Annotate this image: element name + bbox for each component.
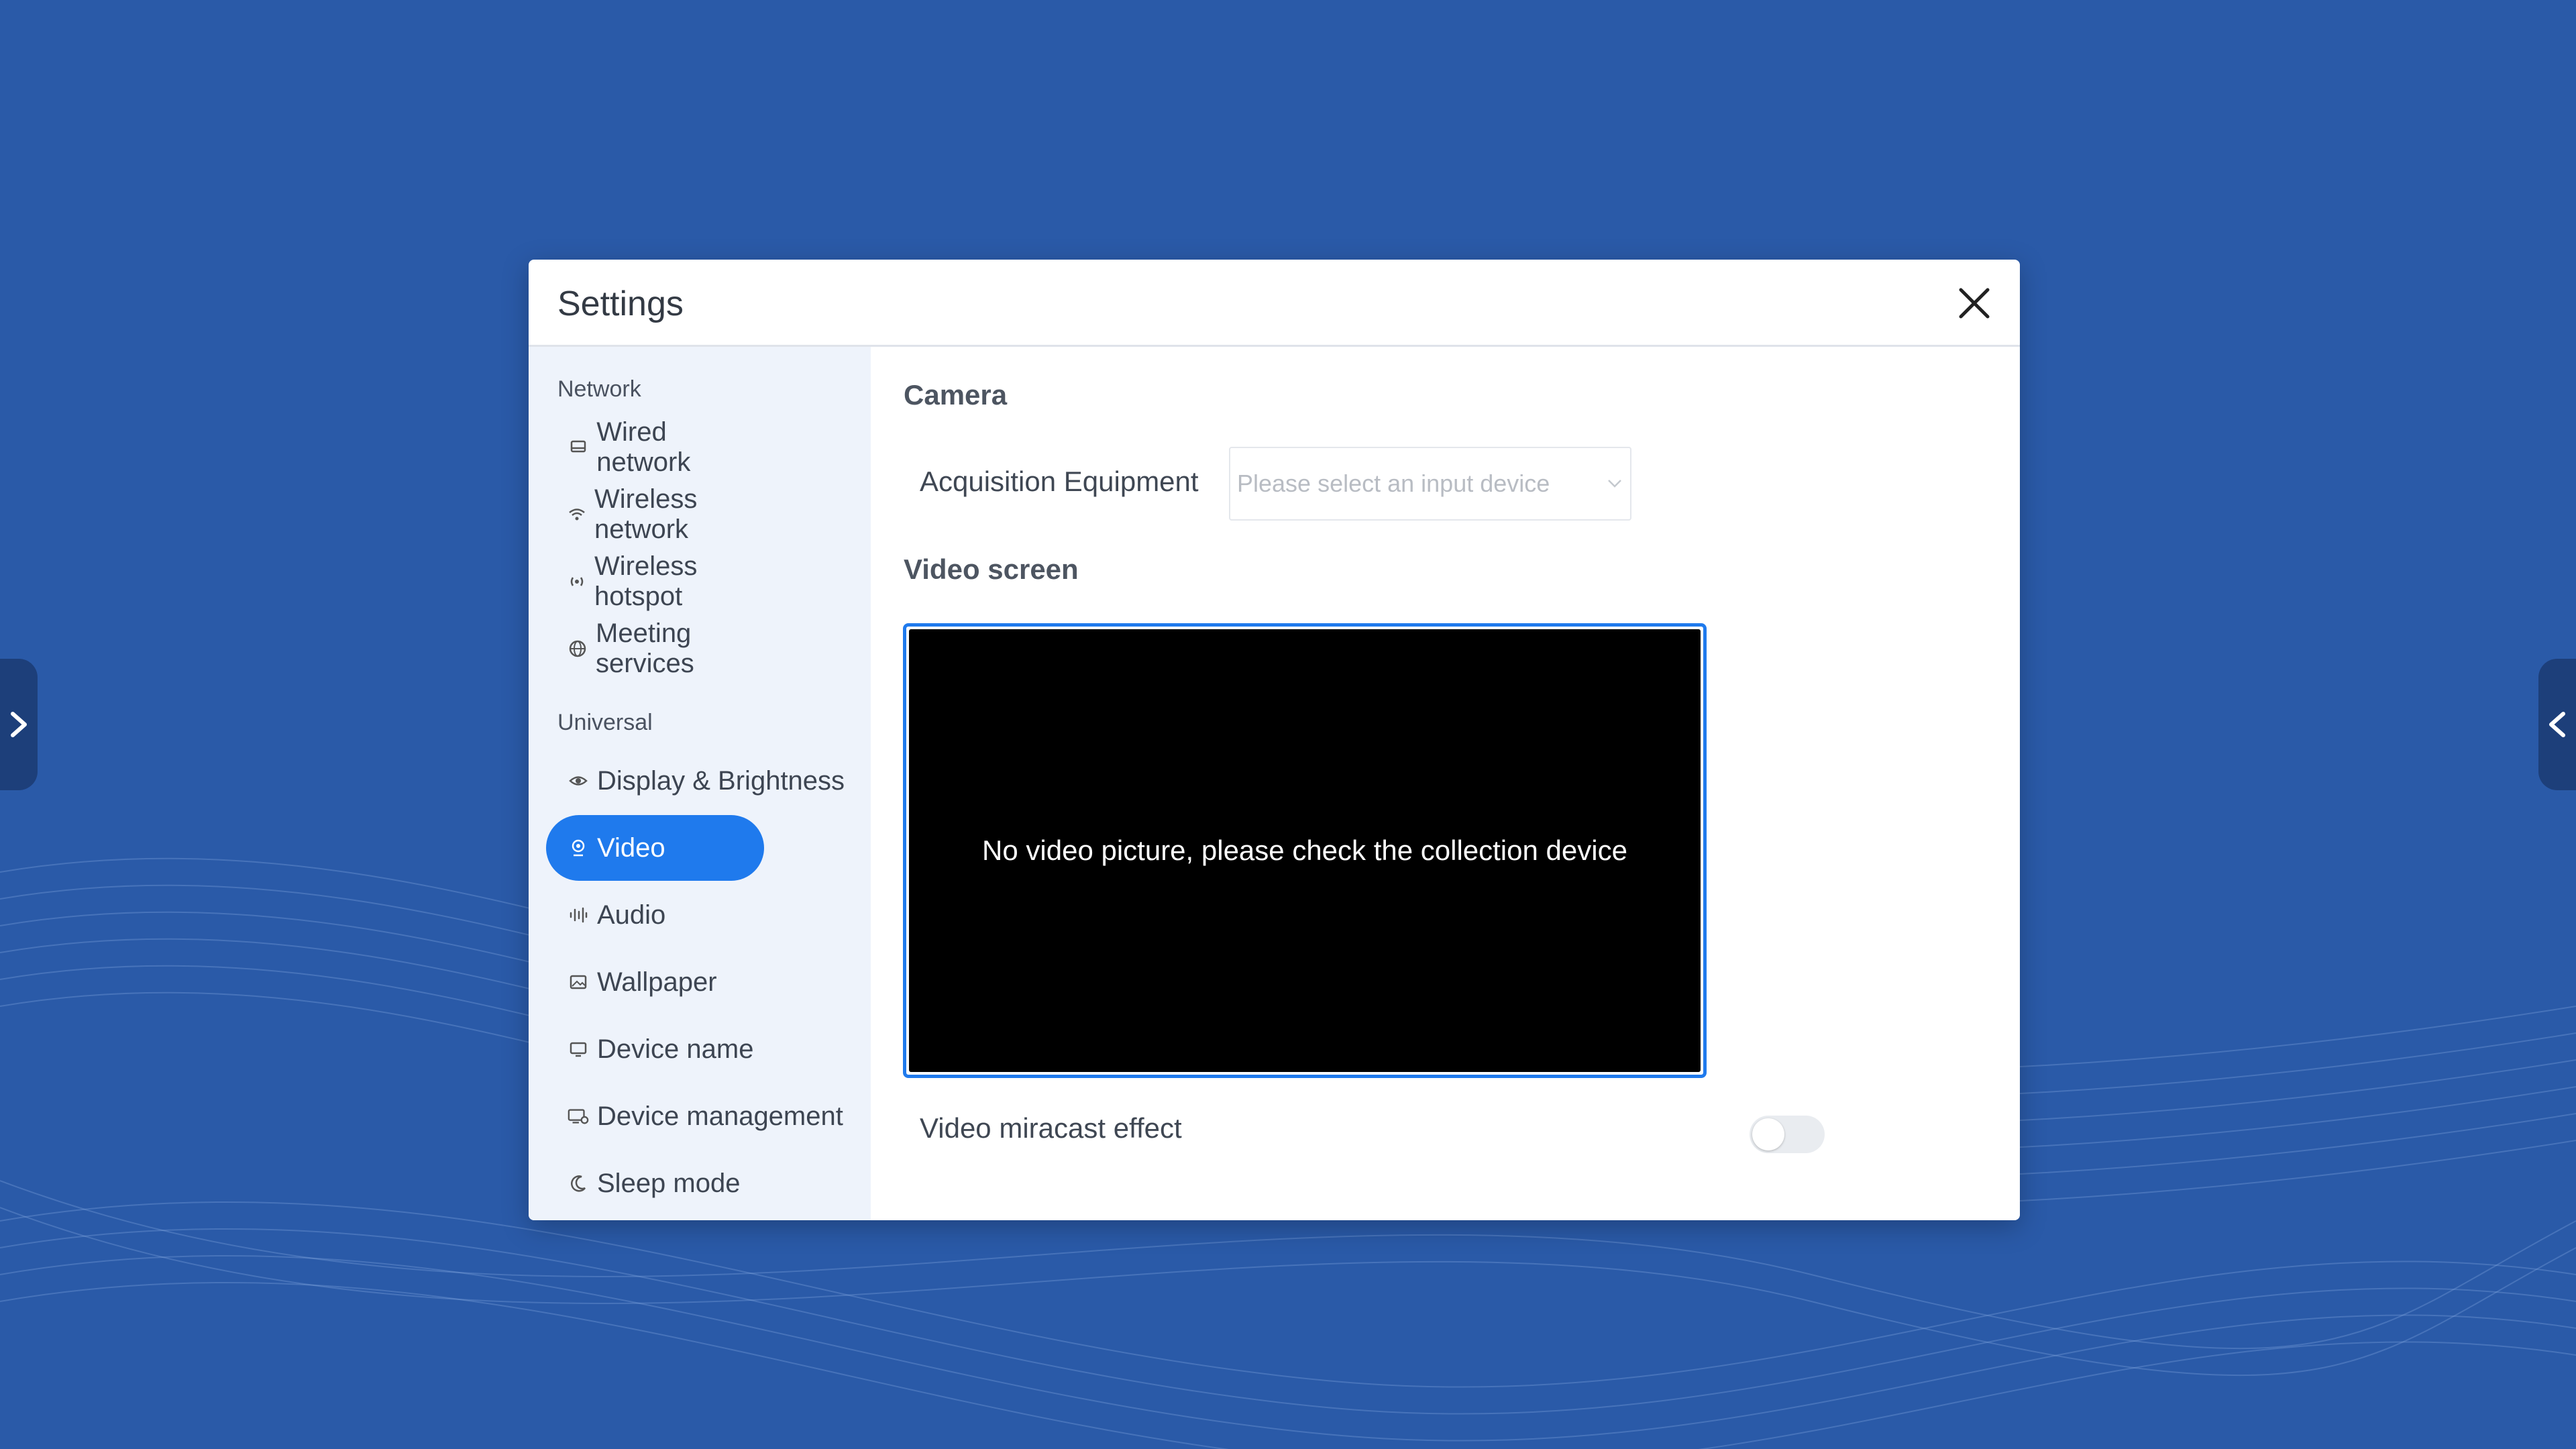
input-device-placeholder: Please select an input device xyxy=(1237,470,1550,497)
monitor-icon xyxy=(568,1038,589,1060)
eye-icon xyxy=(568,770,589,792)
video-screen-section-title: Video screen xyxy=(904,553,1079,585)
input-device-select[interactable]: Please select an input device xyxy=(1229,447,1631,521)
settings-content: Camera Acquisition Equipment Please sele… xyxy=(871,347,2020,1220)
chevron-down-icon xyxy=(1608,480,1621,488)
section-label-universal: Universal xyxy=(557,710,653,735)
sidebar-item-display-brightness[interactable]: Display & Brightness xyxy=(546,748,855,814)
sidebar-item-label: Audio xyxy=(597,900,666,930)
sidebar-item-device-management[interactable]: Device management xyxy=(546,1083,855,1149)
sidebar-item-label: Sleep mode xyxy=(597,1168,741,1198)
sidebar-item-label: Wireless network xyxy=(594,484,698,544)
sidebar-item-label: Meeting services xyxy=(596,619,694,678)
sidebar-item-label: Display & Brightness xyxy=(597,765,845,796)
sidebar-item-label: Wired network xyxy=(596,417,691,477)
section-label-network: Network xyxy=(557,376,641,402)
globe-icon xyxy=(568,638,588,659)
miracast-effect-toggle[interactable] xyxy=(1750,1116,1825,1153)
sidebar-item-label: Video xyxy=(597,833,665,863)
sidebar-item-audio[interactable]: Audio xyxy=(546,882,764,948)
settings-dialog: Settings Network Wired network Wireless … xyxy=(529,260,2020,1220)
settings-sidebar: Network Wired network Wireless network W… xyxy=(529,347,871,1220)
video-preview[interactable]: No video picture, please check the colle… xyxy=(903,623,1707,1078)
chevron-right-icon xyxy=(11,712,27,737)
sidebar-item-wallpaper[interactable]: Wallpaper xyxy=(546,949,764,1015)
sidebar-item-label: Wallpaper xyxy=(597,967,717,997)
sidebar-item-wired-network[interactable]: Wired network xyxy=(546,415,764,480)
sidebar-item-sleep-mode[interactable]: Sleep mode xyxy=(546,1150,764,1216)
dialog-title: Settings xyxy=(557,284,684,323)
wired-network-icon xyxy=(568,437,588,458)
audio-wave-icon xyxy=(568,904,589,926)
device-settings-icon xyxy=(568,1106,589,1127)
toggle-knob xyxy=(1752,1118,1784,1150)
image-icon xyxy=(568,971,589,993)
sidebar-item-video[interactable]: Video xyxy=(546,815,764,881)
no-video-message: No video picture, please check the colle… xyxy=(982,835,1627,866)
sidebar-item-label: Wireless hotspot xyxy=(594,551,698,611)
sidebar-item-wireless-hotspot[interactable]: Wireless hotspot xyxy=(546,549,764,614)
video-preview-area: No video picture, please check the colle… xyxy=(909,629,1701,1072)
hotspot-icon xyxy=(568,571,586,592)
close-icon xyxy=(1959,288,1990,319)
acquisition-equipment-label: Acquisition Equipment xyxy=(920,466,1199,497)
close-button[interactable] xyxy=(1955,284,1993,322)
moon-icon xyxy=(568,1173,589,1194)
sidebar-item-meeting-services[interactable]: Meeting services xyxy=(546,616,764,682)
camera-section-title: Camera xyxy=(904,379,1008,411)
sidebar-item-label: Device management xyxy=(597,1101,843,1131)
dialog-header: Settings xyxy=(529,260,2020,347)
right-drawer-toggle[interactable] xyxy=(2538,659,2576,790)
sidebar-item-wireless-network[interactable]: Wireless network xyxy=(546,482,764,547)
wifi-icon xyxy=(568,504,586,525)
chevron-left-icon xyxy=(2549,712,2565,737)
sidebar-item-device-name[interactable]: Device name xyxy=(546,1016,764,1082)
sidebar-item-label: Device name xyxy=(597,1034,754,1064)
miracast-effect-label: Video miracast effect xyxy=(920,1112,1182,1144)
camera-icon xyxy=(568,837,589,859)
left-drawer-toggle[interactable] xyxy=(0,659,38,790)
